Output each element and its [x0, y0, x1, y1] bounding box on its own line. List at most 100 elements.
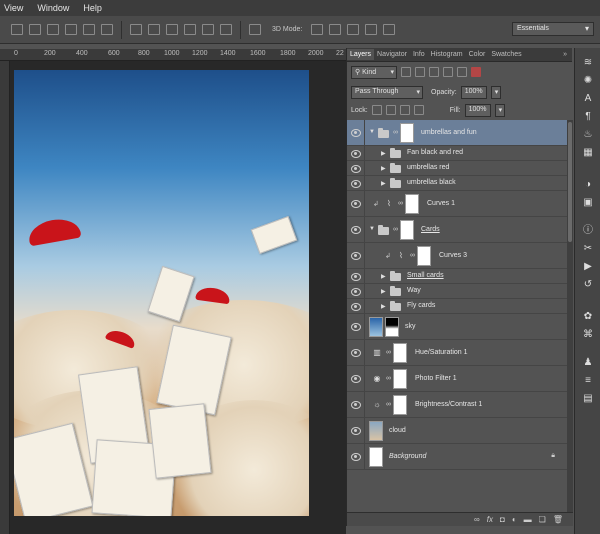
layer-row[interactable]: ▶ Small cards — [347, 269, 567, 284]
styles-icon[interactable]: ✿ — [581, 310, 595, 324]
eye-icon[interactable] — [351, 349, 361, 357]
distribute-top-icon[interactable] — [130, 24, 142, 35]
document-image[interactable] — [14, 70, 309, 516]
layer-name[interactable]: Way — [407, 287, 421, 294]
align-bottom-icon[interactable] — [47, 24, 59, 35]
collapse-triangle-icon[interactable]: ▶ — [381, 165, 386, 172]
fx-icon[interactable]: fx — [487, 515, 493, 524]
link-icon[interactable]: ∞ — [393, 129, 398, 136]
navigator-icon[interactable]: ▣ — [581, 196, 595, 210]
layer-name[interactable]: Photo Filter 1 — [415, 375, 457, 382]
folder-icon[interactable]: ▬ — [524, 515, 532, 524]
distribute-right-icon[interactable] — [220, 24, 232, 35]
layer-name[interactable]: cloud — [389, 427, 406, 434]
eye-icon[interactable] — [351, 303, 361, 311]
eye-icon[interactable] — [351, 200, 361, 208]
fill-input[interactable]: 100% — [464, 103, 491, 117]
layer-row[interactable]: cloud — [347, 418, 567, 444]
tools-icon[interactable]: ✂ — [581, 242, 595, 256]
menu-help[interactable]: Help — [83, 3, 102, 13]
distribute-center-icon[interactable] — [202, 24, 214, 35]
layer-thumbnail[interactable] — [369, 447, 383, 467]
eye-icon[interactable] — [351, 427, 361, 435]
layer-row[interactable]: Background 🔒︎ — [347, 444, 567, 470]
layer-mask-thumbnail[interactable] — [400, 123, 414, 143]
eye-icon[interactable] — [351, 323, 361, 331]
layer-name[interactable]: Fly cards — [407, 302, 435, 309]
tab-color[interactable]: Color — [466, 49, 489, 60]
expand-triangle-icon[interactable]: ▼ — [369, 129, 375, 135]
distribute-bottom-icon[interactable] — [166, 24, 178, 35]
tab-navigator[interactable]: Navigator — [374, 49, 410, 60]
play-icon[interactable]: ▶ — [581, 260, 595, 274]
lock-transparent-icon[interactable] — [371, 105, 382, 115]
brush-icon[interactable]: ♨ — [581, 128, 595, 142]
layer-mask-thumbnail[interactable] — [393, 343, 407, 363]
text-icon[interactable]: A — [581, 92, 595, 106]
layer-name[interactable]: Brightness/Contrast 1 — [415, 401, 482, 408]
align-right-icon[interactable] — [101, 24, 113, 35]
channels-icon[interactable]: ▤ — [581, 392, 595, 406]
timeline-icon[interactable]: ≡ — [581, 374, 595, 388]
layer-mask-thumbnail[interactable] — [385, 317, 399, 337]
eye-icon[interactable] — [351, 165, 361, 173]
link-icon[interactable]: ∞ — [474, 515, 480, 524]
color-icon[interactable]: ◑ — [581, 178, 595, 192]
mask-icon[interactable]: ◘ — [500, 515, 505, 524]
eye-icon[interactable] — [351, 129, 361, 137]
tab-info[interactable]: Info — [410, 49, 428, 60]
new-layer-icon[interactable]: ❏ — [539, 515, 546, 524]
menu-window[interactable]: Window — [37, 3, 69, 13]
distribute-left-icon[interactable] — [184, 24, 196, 35]
filter-type-icon[interactable] — [429, 67, 439, 77]
eye-icon[interactable] — [351, 273, 361, 281]
link-icon[interactable]: ∞ — [386, 401, 391, 408]
link-icon[interactable]: ∞ — [398, 200, 403, 207]
layer-row[interactable]: ◉ ∞ Photo Filter 1 — [347, 366, 567, 392]
filter-shape-icon[interactable] — [443, 67, 453, 77]
opacity-input[interactable]: 100% — [460, 85, 487, 99]
filter-smart-object-icon[interactable] — [457, 67, 467, 77]
eye-icon[interactable] — [351, 226, 361, 234]
layer-row[interactable]: ▶ umbrellas black — [347, 176, 567, 191]
link-icon[interactable]: ∞ — [386, 375, 391, 382]
layer-thumbnail[interactable] — [369, 421, 383, 441]
layer-row[interactable]: ▶ Fan black and red — [347, 146, 567, 161]
workspace-select[interactable]: Essentials — [512, 22, 594, 36]
layer-row[interactable]: ▶ umbrellas red — [347, 161, 567, 176]
auto-align-icon[interactable] — [249, 24, 261, 35]
collapse-triangle-icon[interactable]: ▶ — [381, 288, 386, 295]
history-icon[interactable]: ↺ — [581, 278, 595, 292]
opacity-dropdown-icon[interactable]: ▾ — [490, 85, 501, 99]
layers-icon[interactable]: ≋ — [581, 56, 595, 70]
layers-scrollbar[interactable] — [567, 120, 573, 512]
3d-slide-icon[interactable] — [365, 24, 378, 35]
layer-mask-thumbnail[interactable] — [393, 369, 407, 389]
layer-row[interactable]: ▼ ∞ Cards — [347, 217, 567, 243]
blend-mode-select[interactable]: Pass Through ▾ — [351, 85, 423, 99]
layer-thumbnail[interactable] — [369, 317, 383, 337]
eye-icon[interactable] — [351, 150, 361, 158]
layer-name[interactable]: umbrellas black — [407, 179, 456, 186]
align-left-icon[interactable] — [65, 24, 77, 35]
eye-icon[interactable] — [351, 375, 361, 383]
eye-icon[interactable] — [351, 401, 361, 409]
collapse-triangle-icon[interactable]: ▶ — [381, 303, 386, 310]
eye-icon[interactable] — [351, 288, 361, 296]
clone-source-icon[interactable]: ♟ — [581, 356, 595, 370]
layer-row[interactable]: ▥ ∞ Hue/Saturation 1 — [347, 340, 567, 366]
layer-mask-thumbnail[interactable] — [405, 194, 419, 214]
filter-toggle-icon[interactable] — [471, 67, 481, 77]
link-icon[interactable]: ∞ — [410, 252, 415, 259]
tab-swatches[interactable]: Swatches — [488, 49, 524, 60]
expand-triangle-icon[interactable]: ▼ — [369, 226, 375, 232]
3d-rotate-icon[interactable] — [311, 24, 324, 35]
layer-name[interactable]: Fan black and red — [407, 149, 463, 156]
layer-name[interactable]: sky — [405, 323, 416, 330]
menu-view[interactable]: View — [4, 3, 23, 13]
lock-position-icon[interactable] — [399, 105, 410, 115]
adjustment-icon[interactable]: ◐ — [512, 515, 517, 524]
lock-image-icon[interactable] — [385, 105, 396, 115]
layer-row[interactable]: ▼ ∞ umbrellas and fun — [347, 120, 567, 146]
filter-adjustment-icon[interactable] — [415, 67, 425, 77]
